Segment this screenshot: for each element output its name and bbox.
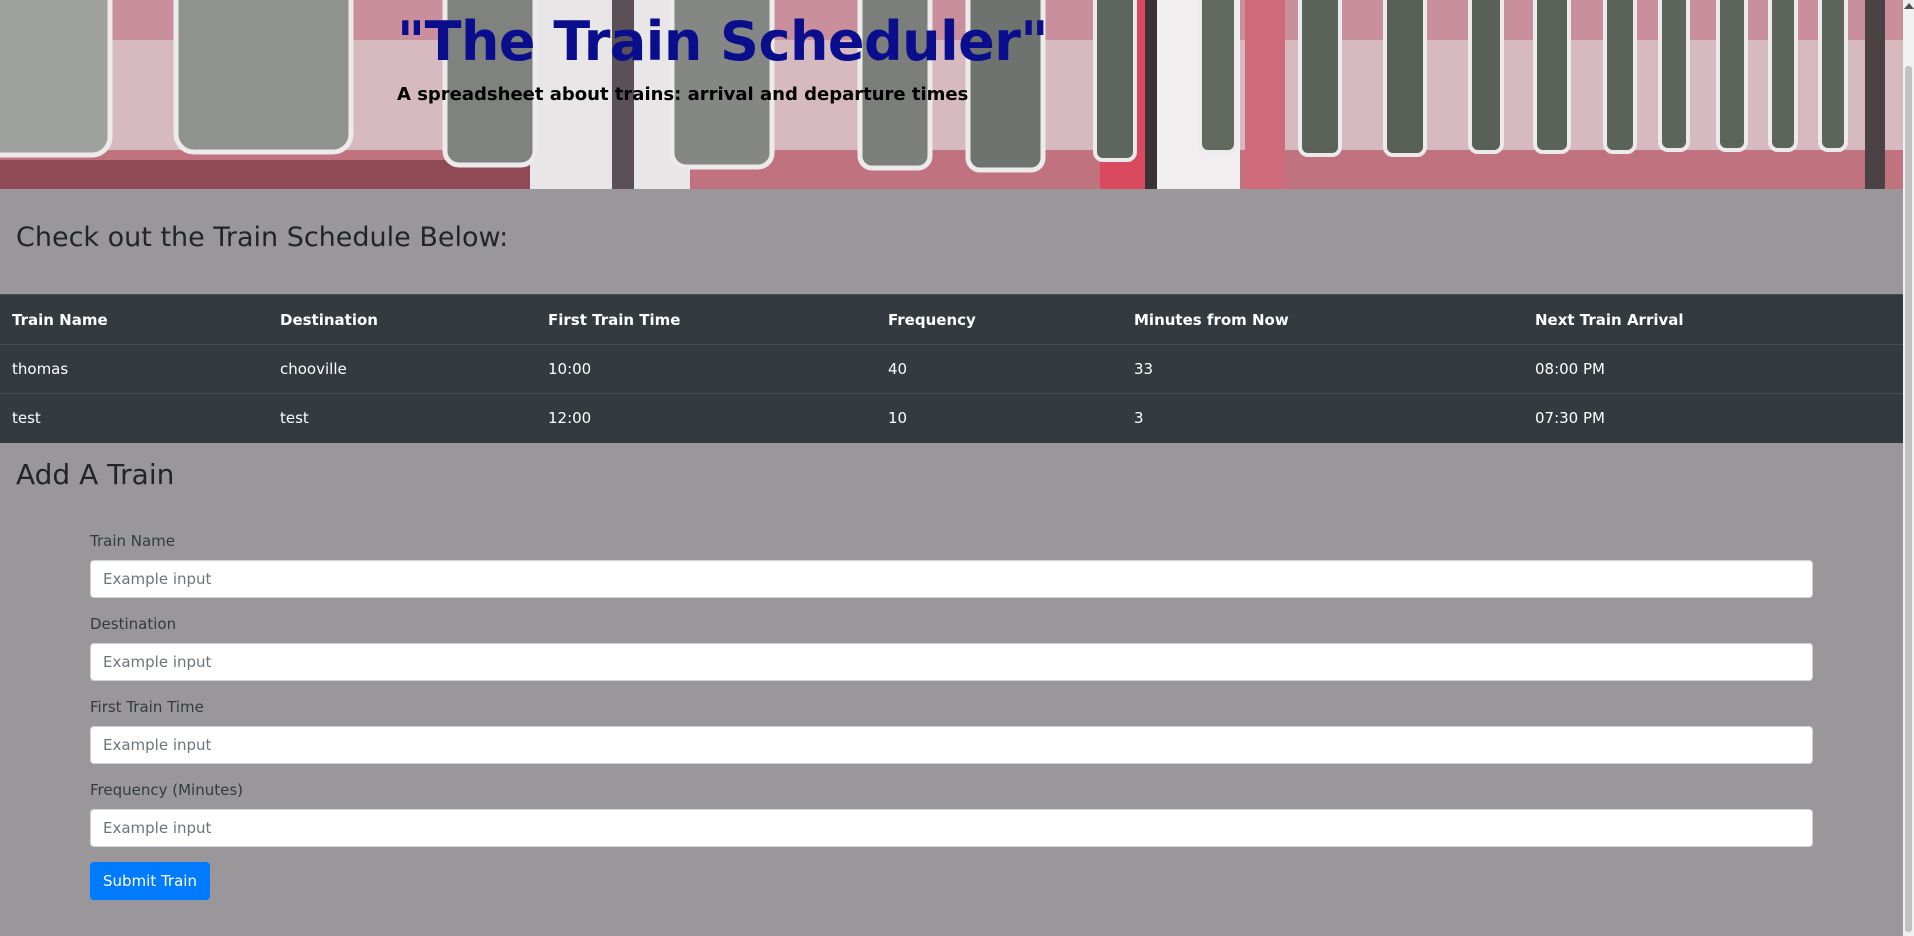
train-name-label: Train Name xyxy=(90,532,176,550)
column-header-frequency: Frequency xyxy=(876,294,1122,345)
cell-minutes-from-now: 33 xyxy=(1122,344,1523,394)
scrollbar-thumb[interactable] xyxy=(1905,66,1912,932)
column-header-next-train-arrival: Next Train Arrival xyxy=(1523,294,1903,345)
first-train-time-label: First Train Time xyxy=(90,698,204,716)
cell-train-name: test xyxy=(0,393,268,443)
add-train-form: Train Name Destination First Train Time … xyxy=(90,532,1813,900)
cell-first-train-time: 12:00 xyxy=(536,393,876,443)
page-subtitle: A spreadsheet about trains: arrival and … xyxy=(397,84,969,105)
cell-train-name: thomas xyxy=(0,344,268,394)
first-train-time-input[interactable] xyxy=(90,726,1813,764)
column-header-first-train-time: First Train Time xyxy=(536,294,876,345)
page-title: "The Train Scheduler" xyxy=(397,10,1049,73)
cell-destination: chooville xyxy=(268,344,536,394)
cell-next-train-arrival: 08:00 PM xyxy=(1523,344,1903,394)
schedule-heading: Check out the Train Schedule Below: xyxy=(16,222,509,253)
form-group-destination: Destination xyxy=(90,615,1813,681)
page: "The Train Scheduler" A spreadsheet abou… xyxy=(0,0,1903,936)
submit-train-button[interactable]: Submit Train xyxy=(90,862,210,900)
form-group-train-name: Train Name xyxy=(90,532,1813,598)
column-header-train-name: Train Name xyxy=(0,294,268,345)
add-train-heading: Add A Train xyxy=(16,458,175,491)
train-schedule-table: Train Name Destination First Train Time … xyxy=(0,294,1903,443)
cell-frequency: 40 xyxy=(876,344,1122,394)
vertical-scrollbar[interactable] xyxy=(1903,0,1914,936)
table-row: thomas chooville 10:00 40 33 08:00 PM xyxy=(0,344,1903,394)
frequency-label: Frequency (Minutes) xyxy=(90,781,244,799)
cell-next-train-arrival: 07:30 PM xyxy=(1523,393,1903,443)
cell-first-train-time: 10:00 xyxy=(536,344,876,394)
table-header-row: Train Name Destination First Train Time … xyxy=(0,294,1903,345)
column-header-minutes-from-now: Minutes from Now xyxy=(1122,294,1523,345)
train-name-input[interactable] xyxy=(90,560,1813,598)
table-row: test test 12:00 10 3 07:30 PM xyxy=(0,393,1903,443)
cell-minutes-from-now: 3 xyxy=(1122,393,1523,443)
cell-destination: test xyxy=(268,393,536,443)
form-group-first-train-time: First Train Time xyxy=(90,698,1813,764)
destination-label: Destination xyxy=(90,615,177,633)
column-header-destination: Destination xyxy=(268,294,536,345)
destination-input[interactable] xyxy=(90,643,1813,681)
cell-frequency: 10 xyxy=(876,393,1122,443)
form-group-frequency: Frequency (Minutes) xyxy=(90,781,1813,847)
scroll-up-arrow-icon[interactable] xyxy=(1904,3,1914,9)
header-banner: "The Train Scheduler" A spreadsheet abou… xyxy=(0,0,1903,189)
frequency-input[interactable] xyxy=(90,809,1813,847)
